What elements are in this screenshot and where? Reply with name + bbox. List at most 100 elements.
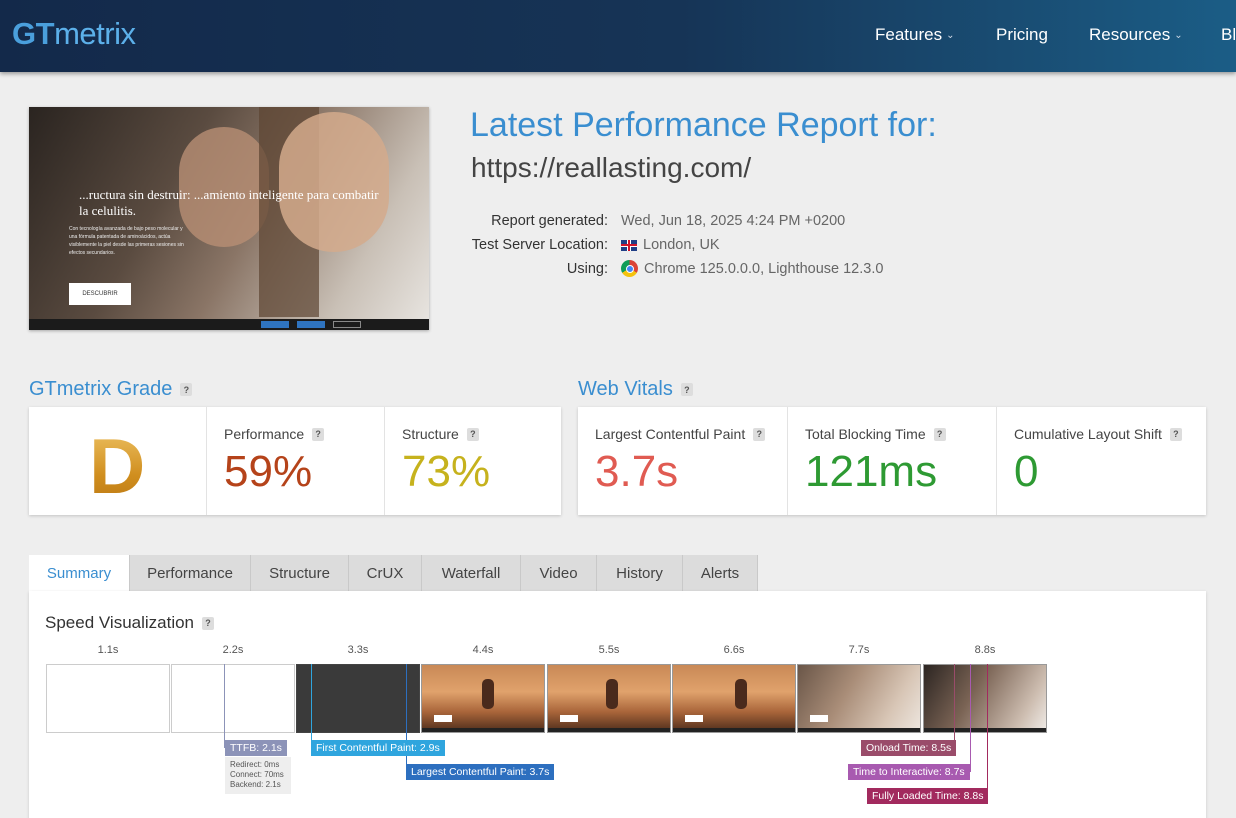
onload-badge: Onload Time: 8.5s — [861, 740, 957, 756]
chevron-down-icon: ⌄ — [1174, 29, 1183, 41]
web-vitals-card: Largest Contentful Paint ? 3.7s Total Bl… — [578, 407, 1206, 515]
tab-structure[interactable]: Structure — [251, 555, 349, 591]
nav-pricing[interactable]: Pricing — [996, 25, 1048, 45]
help-icon[interactable]: ? — [312, 427, 325, 441]
tbt-label-row: Total Blocking Time ? — [805, 426, 946, 442]
redirect-time: Redirect: 0ms — [230, 760, 280, 769]
structure-score: 73% — [402, 447, 491, 496]
report-generated-text: Wed, Jun 18, 2025 4:24 PM +0200 — [621, 213, 846, 229]
tab-performance[interactable]: Performance — [130, 555, 251, 591]
help-icon[interactable]: ? — [466, 427, 479, 441]
photo-shape — [279, 112, 389, 252]
cookie-button — [333, 321, 361, 328]
lcp-value: 3.7s — [595, 447, 679, 496]
screenshot-button: DESCUBRIR — [69, 283, 131, 305]
help-icon[interactable]: ? — [202, 616, 215, 630]
nav-resources-label: Resources — [1089, 25, 1171, 44]
tti-marker — [970, 664, 971, 772]
tbt-value: 121ms — [805, 447, 938, 496]
help-icon[interactable]: ? — [753, 427, 766, 441]
filmstrip-frame[interactable] — [46, 664, 170, 733]
filmstrip-frame[interactable] — [797, 664, 921, 733]
filmstrip-frame[interactable] — [923, 664, 1047, 733]
report-title: Latest Performance Report for: — [470, 106, 937, 144]
structure-cell: Structure ? 73% — [385, 407, 561, 515]
web-vitals-heading: Web Vitals — [578, 378, 673, 400]
grade-card: D Performance ? 59% Structure ? 73% — [29, 407, 561, 515]
chevron-down-icon: ⌄ — [946, 29, 955, 41]
speed-visualization-title: Speed Visualization ? — [45, 613, 215, 633]
report-url[interactable]: https://reallasting.com/ — [471, 152, 751, 184]
filmstrip-frame[interactable] — [171, 664, 295, 733]
lcp-badge: Largest Contentful Paint: 3.7s — [406, 764, 555, 780]
cls-value: 0 — [1014, 447, 1039, 496]
timeline-tick: 7.7s — [848, 644, 870, 656]
filmstrip-frame[interactable] — [421, 664, 545, 733]
nav-resources[interactable]: Resources ⌄ — [1089, 25, 1183, 45]
server-location-value: London, UK — [621, 237, 720, 253]
chrome-icon — [621, 260, 638, 277]
tab-waterfall[interactable]: Waterfall — [422, 555, 521, 591]
ttfb-marker — [224, 664, 225, 748]
fcp-badge: First Contentful Paint: 2.9s — [311, 740, 445, 756]
report-generated-value: Wed, Jun 18, 2025 4:24 PM +0200 — [621, 213, 845, 229]
lcp-label: Largest Contentful Paint — [595, 426, 746, 442]
cookie-button — [297, 321, 325, 328]
timeline-tick: 2.2s — [222, 644, 244, 656]
gtmetrix-grade-title: GTmetrix Grade ? — [29, 378, 193, 401]
tab-crux[interactable]: CrUX — [349, 555, 422, 591]
uk-flag-icon — [621, 239, 637, 251]
onload-marker — [954, 664, 955, 748]
performance-label-row: Performance ? — [224, 426, 325, 442]
gtmetrix-grade-heading: GTmetrix Grade — [29, 378, 173, 400]
top-navbar: GTmetrix Features ⌄ Pricing Resources ⌄ … — [0, 0, 1236, 72]
fully-loaded-marker — [987, 664, 988, 796]
logo-gt: GT — [12, 16, 55, 51]
timeline-tick: 6.6s — [723, 644, 745, 656]
tab-summary[interactable]: Summary — [29, 555, 130, 591]
tbt-cell: Total Blocking Time ? 121ms — [788, 407, 997, 515]
help-icon[interactable]: ? — [1169, 427, 1182, 441]
structure-label-row: Structure ? — [402, 426, 479, 442]
timeline-tick: 4.4s — [472, 644, 494, 656]
lcp-label-row: Largest Contentful Paint ? — [595, 426, 766, 442]
filmstrip-frame[interactable] — [547, 664, 671, 733]
logo-metrix: metrix — [54, 16, 136, 51]
screenshot-cookie-bar — [29, 319, 429, 330]
timeline-tick: 3.3s — [347, 644, 369, 656]
screenshot-body: Con tecnología avanzada de bajo peso mol… — [69, 226, 184, 256]
tab-video[interactable]: Video — [521, 555, 597, 591]
ttfb-badge: TTFB: 2.1s — [225, 740, 287, 756]
filmstrip-frame[interactable] — [672, 664, 796, 733]
tab-history[interactable]: History — [597, 555, 683, 591]
nav-blog[interactable]: Bl — [1221, 25, 1236, 45]
backend-time: Backend: 2.1s — [230, 780, 281, 789]
timeline-tick: 8.8s — [974, 644, 996, 656]
filmstrip-frame[interactable] — [296, 664, 420, 733]
help-icon[interactable]: ? — [680, 383, 693, 396]
nav-features-label: Features — [875, 25, 943, 44]
help-icon[interactable]: ? — [933, 427, 946, 441]
speed-visualization-heading: Speed Visualization — [45, 613, 195, 632]
page-screenshot: ...ructura sin destruir: ...amiento inte… — [29, 107, 429, 330]
cookie-button — [261, 321, 289, 328]
tti-badge: Time to Interactive: 8.7s — [848, 764, 970, 780]
grade-cell: D — [29, 407, 207, 515]
fully-loaded-badge: Fully Loaded Time: 8.8s — [867, 788, 989, 804]
tab-alerts[interactable]: Alerts — [683, 555, 758, 591]
using-text: Chrome 125.0.0.0, Lighthouse 12.3.0 — [644, 260, 884, 277]
connect-time: Connect: 70ms — [230, 770, 284, 779]
timeline-tick: 1.1s — [97, 644, 119, 656]
performance-cell: Performance ? 59% — [207, 407, 385, 515]
using-value: Chrome 125.0.0.0, Lighthouse 12.3.0 — [621, 260, 883, 277]
structure-label: Structure — [402, 426, 459, 442]
nav-blog-label: Bl — [1221, 25, 1236, 44]
nav-features[interactable]: Features ⌄ — [875, 25, 954, 45]
performance-score: 59% — [224, 447, 313, 496]
tbt-label: Total Blocking Time — [805, 426, 926, 442]
cls-label-row: Cumulative Layout Shift ? — [1014, 426, 1182, 442]
gtmetrix-logo[interactable]: GTmetrix — [12, 16, 136, 52]
nav-pricing-label: Pricing — [996, 25, 1048, 44]
timeline-tick: 5.5s — [598, 644, 620, 656]
help-icon[interactable]: ? — [180, 383, 193, 396]
